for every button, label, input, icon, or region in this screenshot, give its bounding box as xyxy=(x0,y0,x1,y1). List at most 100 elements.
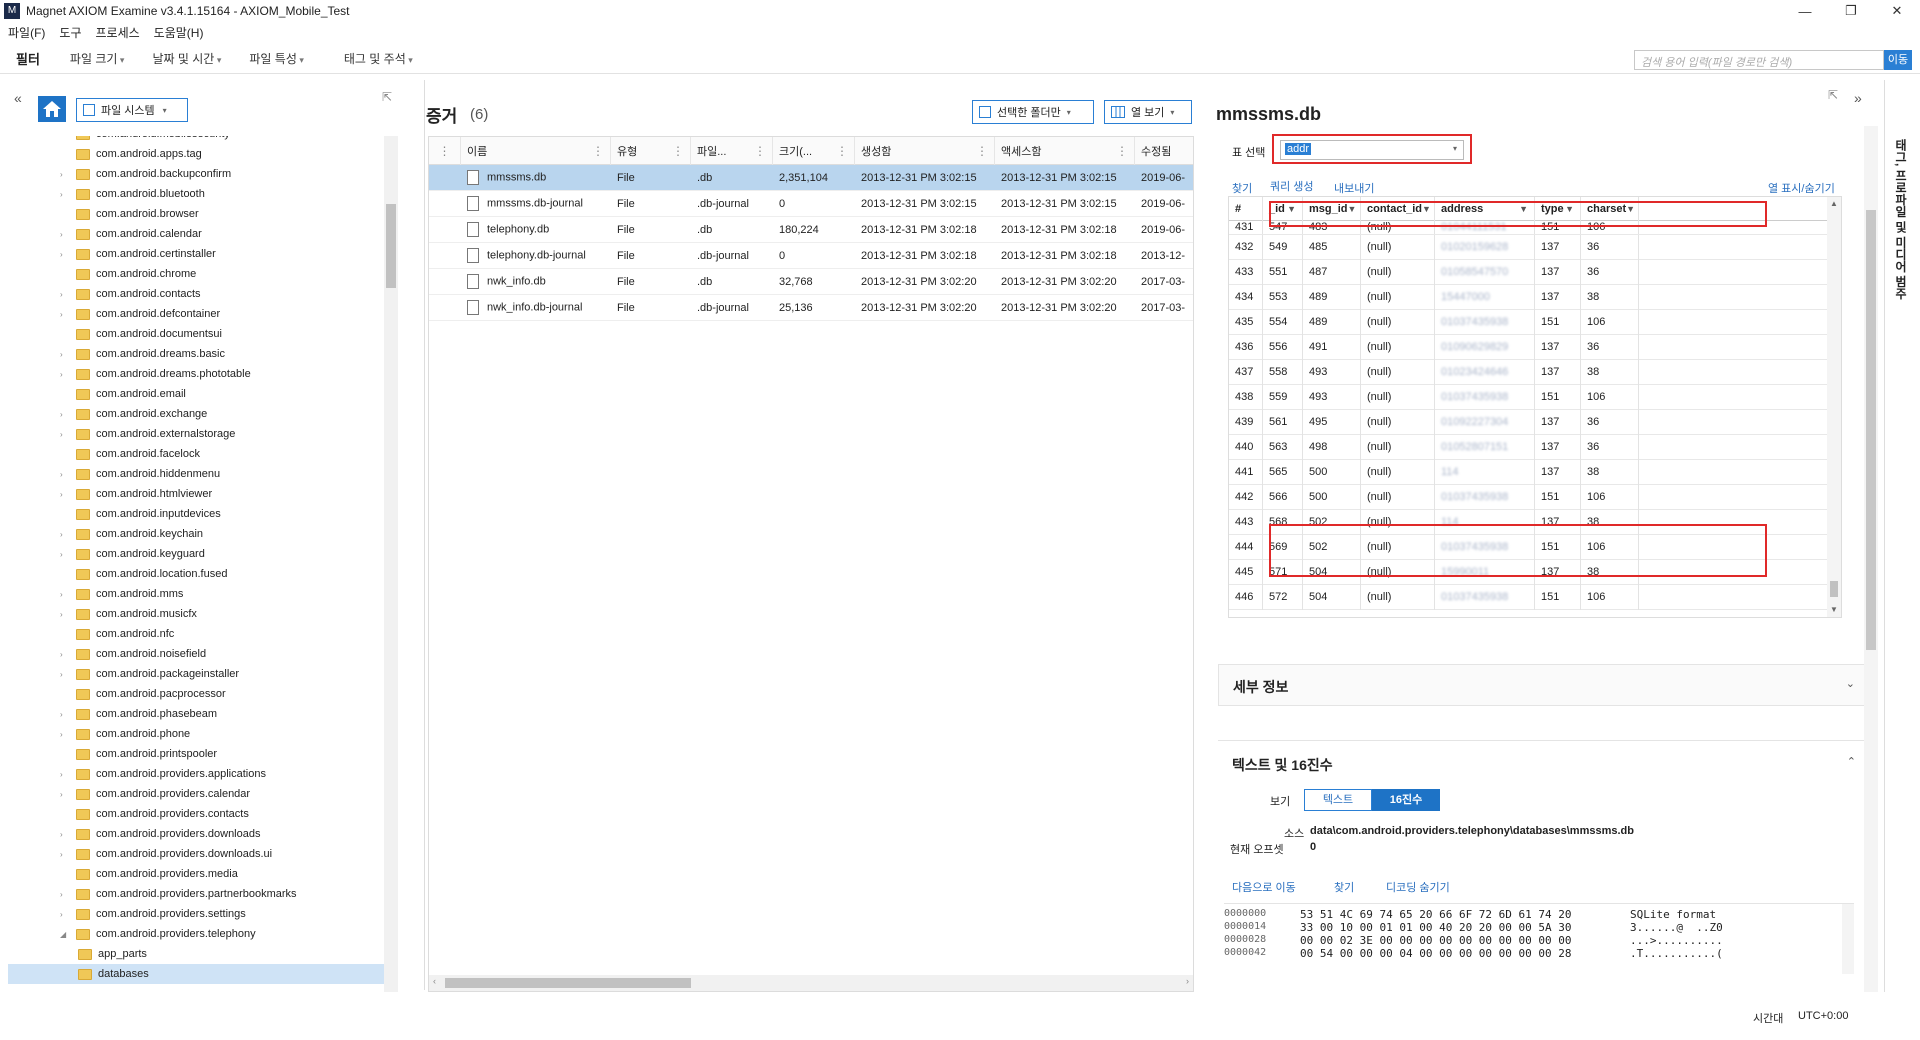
tree-item[interactable]: com.android.inputdevices xyxy=(8,504,388,524)
search-go-button[interactable]: 이동 xyxy=(1884,50,1912,70)
col-modified[interactable]: 수정됨 xyxy=(1135,137,1193,165)
tree-item[interactable]: › com.android.providers.calendar xyxy=(8,784,388,804)
tree-item[interactable]: › com.android.keychain xyxy=(8,524,388,544)
col-name[interactable]: 이름 ⋮ xyxy=(461,137,611,165)
expand-arrow-icon[interactable]: › xyxy=(60,490,70,499)
tree-item[interactable]: databases xyxy=(8,964,388,984)
search-input[interactable]: 검색 용어 입력(파일 경로만 검색) xyxy=(1634,50,1884,70)
tree-scrollbar-thumb[interactable] xyxy=(386,204,396,288)
expand-arrow-icon[interactable]: › xyxy=(60,530,70,539)
records-row[interactable]: 433 551 487 (null) 01058547570 137 36 xyxy=(1229,259,1841,285)
tree-item[interactable]: › com.android.backupconfirm xyxy=(8,164,388,184)
tree-scrollbar[interactable] xyxy=(384,136,398,992)
tree-item[interactable]: com.android.printspooler xyxy=(8,744,388,764)
expand-arrow-icon[interactable]: › xyxy=(60,710,70,719)
expand-arrow-icon[interactable]: › xyxy=(60,250,70,259)
tree-item[interactable]: › com.android.dreams.phototable xyxy=(8,364,388,384)
collapse-chevron-icon[interactable]: ⌃ xyxy=(1847,755,1856,768)
menu-file[interactable]: 파일(F) xyxy=(8,24,45,41)
text-tab[interactable]: 텍스트 xyxy=(1304,789,1372,811)
filter-file-size[interactable]: 파일 크기 xyxy=(70,50,125,67)
menu-help[interactable]: 도움말(H) xyxy=(154,24,204,41)
tree-item[interactable]: com.android.providers.contacts xyxy=(8,804,388,824)
tree-item[interactable]: ◢ com.android.providers.telephony xyxy=(8,924,388,944)
tree-item[interactable]: com.android.documentsui xyxy=(8,324,388,344)
records-row[interactable]: 436 556 491 (null) 01090629829 137 36 xyxy=(1229,334,1841,360)
records-row[interactable]: 434 553 489 (null) 15447000 137 38 xyxy=(1229,284,1841,310)
tree-item[interactable]: › com.android.contacts xyxy=(8,284,388,304)
tree-item[interactable]: › com.android.providers.settings xyxy=(8,904,388,924)
column-view-button[interactable]: 열 보기 ▾ xyxy=(1104,100,1192,124)
tree-item[interactable]: › com.android.providers.partnerbookmarks xyxy=(8,884,388,904)
tree-item[interactable]: › com.android.musicfx xyxy=(8,604,388,624)
find-link[interactable]: 찾기 xyxy=(1232,180,1252,196)
evidence-row[interactable]: mmssms.db-journal File .db-journal 0 2013-12… xyxy=(429,191,1193,217)
tree-item[interactable]: › com.android.certinstaller xyxy=(8,244,388,264)
evidence-row[interactable]: nwk_info.db File .db 32,768 2013-12-31 PM 3:… xyxy=(429,269,1193,295)
filter-file-attributes[interactable]: 파일 특성 xyxy=(249,50,304,67)
records-row[interactable]: 446 572 504 (null) 01037435938 151 106 xyxy=(1229,584,1841,610)
expand-arrow-icon[interactable]: › xyxy=(60,590,70,599)
hex-tab[interactable]: 16진수 xyxy=(1372,789,1440,811)
expand-arrow-icon[interactable]: › xyxy=(60,850,70,859)
close-button[interactable]: ✕ xyxy=(1874,0,1920,22)
query-builder-link[interactable]: 쿼리 생성 xyxy=(1270,178,1314,194)
tree-item[interactable]: › com.android.defcontainer xyxy=(8,304,388,324)
expand-arrow-icon[interactable]: › xyxy=(60,350,70,359)
col-created[interactable]: 생성함 ⋮ xyxy=(855,137,995,165)
expand-arrow-icon[interactable]: ◢ xyxy=(60,930,70,939)
expand-arrow-icon[interactable]: › xyxy=(60,790,70,799)
scroll-up-icon[interactable]: ▲ xyxy=(1830,199,1838,208)
expand-arrow-icon[interactable]: › xyxy=(60,910,70,919)
tree-item[interactable]: com.android.mobilesecurity xyxy=(8,136,388,144)
timezone-value[interactable]: UTC+0:00 xyxy=(1798,1010,1848,1022)
expand-arrow-icon[interactable]: › xyxy=(60,650,70,659)
expand-arrow-icon[interactable]: › xyxy=(60,890,70,899)
viewer-scroll-thumb[interactable] xyxy=(1866,210,1876,650)
go-to-link[interactable]: 다음으로 이동 xyxy=(1232,879,1296,895)
tree-item[interactable]: › com.android.providers.downloads xyxy=(8,824,388,844)
col-extension[interactable]: 파일... ⋮ xyxy=(691,137,773,165)
tree-item[interactable]: com.android.email xyxy=(8,384,388,404)
records-row[interactable]: 439 561 495 (null) 01092227304 137 36 xyxy=(1229,409,1841,435)
tree-item[interactable]: com.android.pacprocessor xyxy=(8,684,388,704)
scroll-right-icon[interactable]: › xyxy=(1186,976,1189,986)
expand-arrow-icon[interactable]: › xyxy=(60,310,70,319)
home-button[interactable] xyxy=(38,96,66,122)
evidence-row[interactable]: nwk_info.db-journal File .db-journal 25,136… xyxy=(429,295,1193,321)
filter-tags-comments[interactable]: 태그 및 주석 xyxy=(344,50,413,67)
tree-item[interactable]: app_parts xyxy=(8,944,388,964)
tree-item[interactable]: › com.android.packageinstaller xyxy=(8,664,388,684)
tree-item[interactable]: › com.android.keyguard xyxy=(8,544,388,564)
expand-arrow-icon[interactable]: › xyxy=(60,670,70,679)
tree-item[interactable]: › com.android.hiddenmenu xyxy=(8,464,388,484)
expand-arrow-icon[interactable]: › xyxy=(60,430,70,439)
evidence-row[interactable]: telephony.db-journal File .db-journal 0 2013… xyxy=(429,243,1193,269)
tree-item[interactable]: › com.android.externalstorage xyxy=(8,424,388,444)
expand-arrow-icon[interactable]: › xyxy=(60,230,70,239)
expand-arrow-icon[interactable]: › xyxy=(60,410,70,419)
evidence-hscroll-thumb[interactable] xyxy=(445,978,691,988)
records-row[interactable]: 441 565 500 (null) 114 137 38 xyxy=(1229,459,1841,485)
tree-item[interactable]: › com.android.calendar xyxy=(8,224,388,244)
expand-arrow-icon[interactable]: › xyxy=(60,610,70,619)
tree-item[interactable]: › com.android.phasebeam xyxy=(8,704,388,724)
minimize-button[interactable]: — xyxy=(1782,0,1828,22)
tree-item[interactable]: › com.android.noisefield xyxy=(8,644,388,664)
col-type[interactable]: 유형 ⋮ xyxy=(611,137,691,165)
records-row[interactable]: 438 559 493 (null) 01037435938 151 106 xyxy=(1229,384,1841,410)
menu-tools[interactable]: 도구 xyxy=(59,24,81,41)
evidence-row[interactable]: telephony.db File .db 180,224 2013-12-31 PM … xyxy=(429,217,1193,243)
expand-arrow-icon[interactable]: › xyxy=(60,830,70,839)
tree-item[interactable]: com.android.browser xyxy=(8,204,388,224)
tree-item[interactable]: com.android.apps.tag xyxy=(8,144,388,164)
tree-item[interactable]: com.android.facelock xyxy=(8,444,388,464)
records-scroll-thumb[interactable] xyxy=(1830,581,1838,597)
tree-item[interactable]: › com.android.providers.applications xyxy=(8,764,388,784)
records-scrollbar[interactable]: ▲ ▼ xyxy=(1827,197,1841,617)
tree-item[interactable]: com.android.location.fused xyxy=(8,564,388,584)
tree-item[interactable]: com.android.providers.media xyxy=(8,864,388,884)
row-menu-column[interactable]: ⋮ xyxy=(429,137,461,165)
side-tab-tags-profiles[interactable]: 태그, 프로파일 및 미디어 범주 xyxy=(1888,104,1914,334)
evidence-row[interactable]: mmssms.db File .db 2,351,104 2013-12-31 PM 3… xyxy=(429,165,1193,191)
